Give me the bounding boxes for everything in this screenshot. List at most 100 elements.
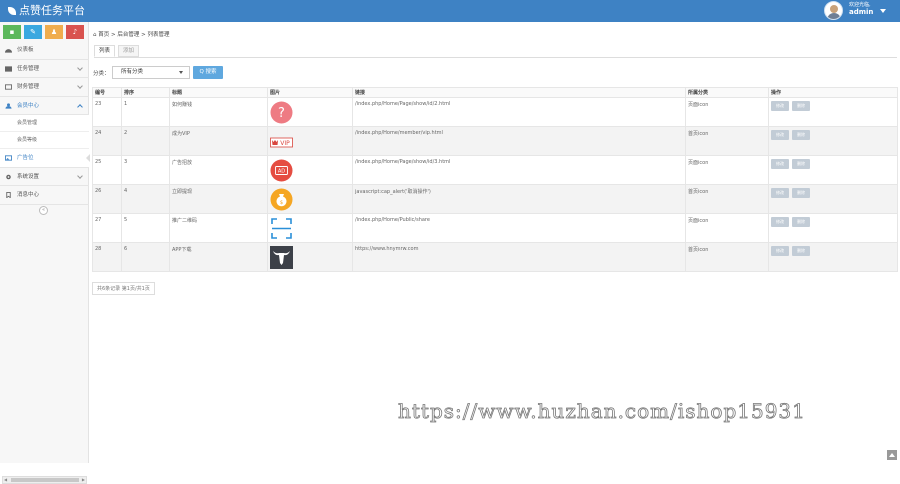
sidebar-nav: 仪表板 任务管理 财务管理 会员中心 会员管理 会员等级 广告位 系统设置 消息… <box>0 41 90 216</box>
pencil-icon: ✎ <box>30 28 36 36</box>
edit-button[interactable]: 修改 <box>771 159 789 169</box>
delete-button[interactable]: 删除 <box>792 217 810 227</box>
sidebar-item-label: 任务管理 <box>17 65 40 72</box>
svg-text:VIP: VIP <box>280 140 290 147</box>
tab-list[interactable]: 列表 <box>94 45 115 57</box>
app-brand[interactable]: 点赞任务平台 <box>8 3 85 19</box>
bell-icon: ♪ <box>72 28 78 36</box>
search-button[interactable]: Q 搜索 <box>193 66 223 79</box>
breadcrumb-current: 列表管理 <box>147 32 170 38</box>
edit-button[interactable]: 修改 <box>771 130 789 140</box>
svg-text:?: ? <box>278 106 285 121</box>
avatar[interactable] <box>824 1 843 20</box>
table-row: 28 6 APP下载 https://www.hnymrw.com 首页icon… <box>92 242 898 272</box>
delete-button[interactable]: 删除 <box>792 188 810 198</box>
horizontal-scrollbar[interactable]: ◀ ▶ <box>2 476 87 484</box>
bull-logo-icon <box>270 246 293 269</box>
sidebar-item-label: 消息中心 <box>17 192 40 198</box>
delete-button[interactable]: 删除 <box>792 130 810 140</box>
shortcut-bell-button[interactable]: ♪ <box>66 25 84 39</box>
cell-category: 首页icon <box>685 126 769 156</box>
user-menu[interactable]: 欢迎光临, admin <box>824 1 888 21</box>
chart-icon: ▪ <box>9 28 15 36</box>
cell-sort: 2 <box>121 126 170 156</box>
delete-button[interactable]: 删除 <box>792 246 810 256</box>
cell-link: /index.php/Home/member/vip.html <box>352 126 686 156</box>
cell-id: 23 <box>92 97 122 127</box>
chevron-down-icon <box>77 172 83 179</box>
chevron-down-icon[interactable] <box>880 9 886 13</box>
edit-button[interactable]: 修改 <box>771 217 789 227</box>
scrollbar-thumb[interactable] <box>11 478 79 482</box>
table-row: 23 1 如何赚钱 ? /index.php/Home/Page/show/id… <box>92 97 898 127</box>
main-content: ⌂ 首页 > 后台管理 > 列表管理 列表 添加 分类： 所有分类 Q 搜索 编… <box>90 22 900 463</box>
sidebar-item-settings[interactable]: 系统设置 <box>0 168 89 186</box>
user-name: admin <box>849 8 874 16</box>
shortcut-pencil-button[interactable]: ✎ <box>24 25 42 39</box>
edit-button[interactable]: 修改 <box>771 188 789 198</box>
sidebar-item-finance[interactable]: 财务管理 <box>0 78 89 97</box>
breadcrumb-home[interactable]: 首页 <box>98 32 109 38</box>
scroll-left-icon[interactable]: ◀ <box>4 477 7 482</box>
col-header-image[interactable]: 图片 <box>267 87 353 98</box>
col-header-sort[interactable]: 排序 <box>121 87 170 98</box>
cell-sort: 6 <box>121 242 170 272</box>
sidebar-subitem-member-level[interactable]: 会员等级 <box>0 132 89 149</box>
ad-badge-icon: AD <box>270 159 293 182</box>
table-row: 26 4 立即提现 $ javascript:cap_alert('取消操作')… <box>92 184 898 214</box>
tab-add[interactable]: 添加 <box>118 45 139 57</box>
cell-id: 27 <box>92 213 122 243</box>
money-bag-icon: $ <box>270 188 293 211</box>
cell-title: 推广二维码 <box>169 213 268 243</box>
collapse-sidebar-button[interactable]: « <box>39 205 48 215</box>
cell-category: 页面icon <box>685 155 769 185</box>
sidebar-item-label: 仪表板 <box>17 47 34 53</box>
cell-title: 立即提现 <box>169 184 268 214</box>
sidebar-item-ad-slots[interactable]: 广告位 <box>0 149 90 168</box>
scroll-right-icon[interactable]: ▶ <box>82 477 85 482</box>
col-header-category[interactable]: 所属分类 <box>685 87 769 98</box>
finance-icon <box>5 84 12 90</box>
filter-label: 分类： <box>93 71 110 77</box>
col-header-id[interactable]: 编号 <box>92 87 122 98</box>
dashboard-icon <box>5 49 12 53</box>
group-icon: ♟ <box>50 28 58 36</box>
edit-button[interactable]: 修改 <box>771 246 789 256</box>
cell-link: https://www.hnymrw.com <box>352 242 686 272</box>
delete-button[interactable]: 删除 <box>792 101 810 111</box>
cell-category: 页面icon <box>685 97 769 127</box>
sidebar-item-label: 会员中心 <box>17 102 40 109</box>
sidebar-item-member-center[interactable]: 会员中心 <box>0 97 89 115</box>
col-header-title[interactable]: 标题 <box>169 87 268 98</box>
cell-sort: 5 <box>121 213 170 243</box>
cell-sort: 1 <box>121 97 170 127</box>
shortcut-chart-button[interactable]: ▪ <box>3 25 21 39</box>
cell-category: 页面icon <box>685 213 769 243</box>
col-header-actions[interactable]: 操作 <box>768 87 898 98</box>
sidebar-item-messages[interactable]: 消息中心 <box>0 186 89 205</box>
edit-button[interactable]: 修改 <box>771 101 789 111</box>
delete-button[interactable]: 删除 <box>792 159 810 169</box>
breadcrumb-level1[interactable]: 后台管理 <box>117 32 139 38</box>
cell-title: APP下载 <box>169 242 268 272</box>
shortcut-group-button[interactable]: ♟ <box>45 25 63 39</box>
question-mark-icon: ? <box>270 101 293 124</box>
cell-link: /index.php/Home/Page/show/id/2.html <box>352 97 686 127</box>
sidebar-item-tasks[interactable]: 任务管理 <box>0 60 89 78</box>
cell-link: javascript:cap_alert('取消操作') <box>352 184 686 214</box>
table-header-row: 编号 排序 标题 图片 链接 所属分类 操作 <box>92 87 898 98</box>
scroll-to-top-button[interactable] <box>887 450 897 460</box>
bookmark-icon <box>6 192 11 198</box>
cell-id: 28 <box>92 242 122 272</box>
sidebar-item-dashboard[interactable]: 仪表板 <box>0 41 89 60</box>
app-title: 点赞任务平台 <box>19 4 85 17</box>
col-header-link[interactable]: 链接 <box>352 87 686 98</box>
cell-title: 如何赚钱 <box>169 97 268 127</box>
category-select-value: 所有分类 <box>121 69 144 75</box>
category-select[interactable]: 所有分类 <box>112 66 190 79</box>
ad-table: 编号 排序 标题 图片 链接 所属分类 操作 23 1 如何赚钱 ? /inde… <box>92 87 898 272</box>
tasks-icon <box>5 65 12 72</box>
vip-crown-icon: VIP <box>270 137 293 148</box>
settings-icon <box>6 174 11 179</box>
sidebar-subitem-member-manage[interactable]: 会员管理 <box>0 115 89 132</box>
